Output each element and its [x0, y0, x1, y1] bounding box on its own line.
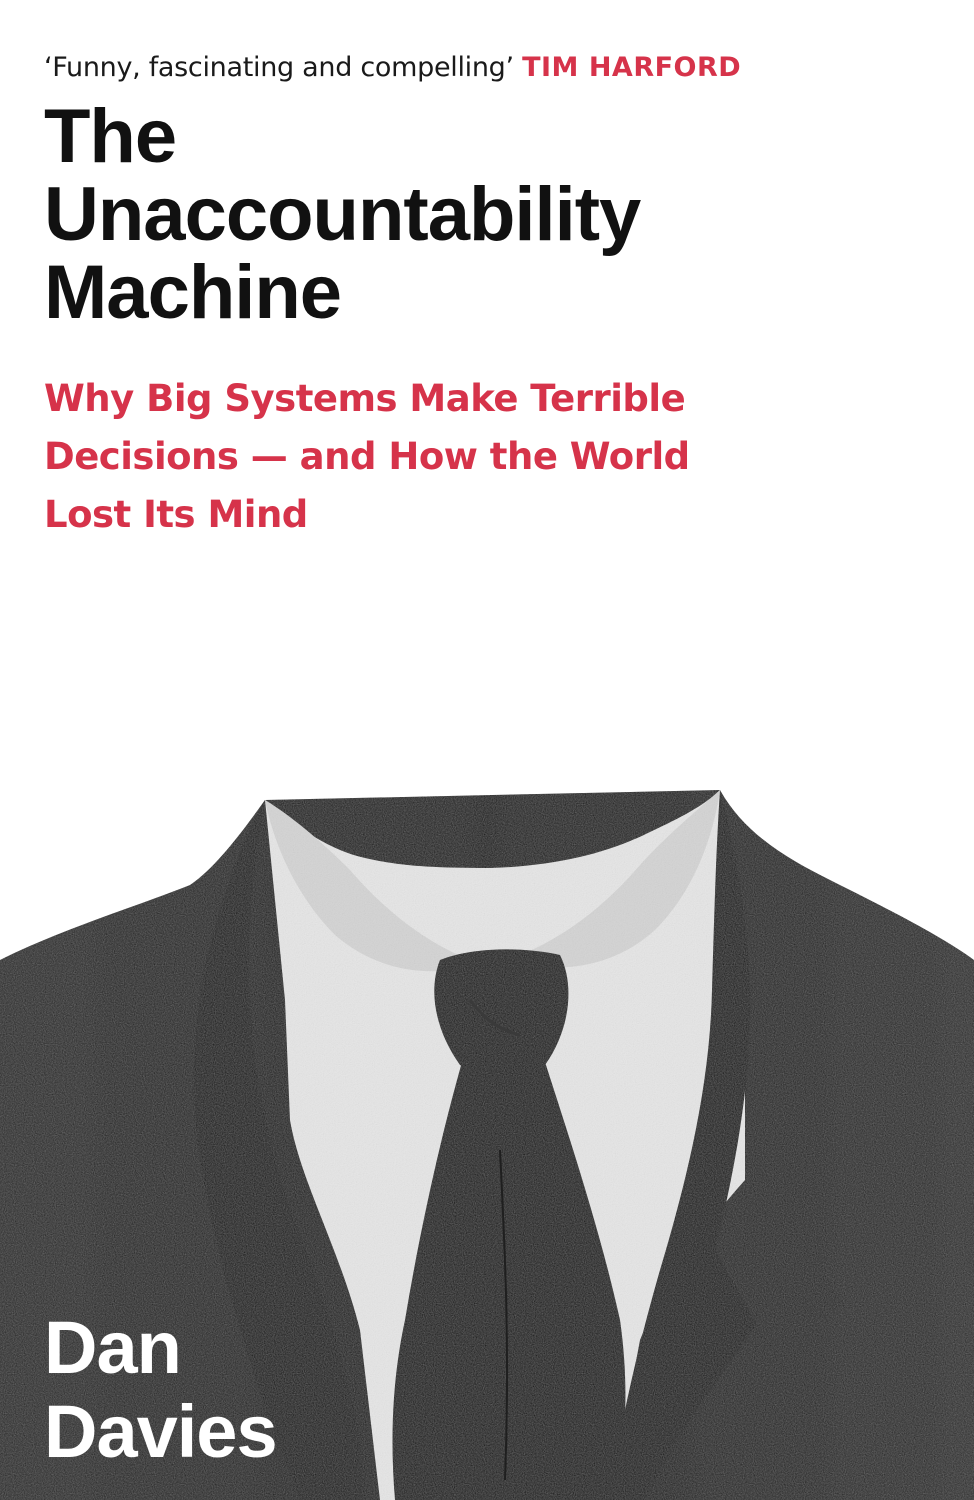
author-line: Dan	[44, 1306, 182, 1389]
book-cover: ‘Funny, fascinating and compelling’ TIM …	[0, 0, 974, 1500]
author-line: Davies	[44, 1390, 278, 1473]
headless-suit-icon	[0, 790, 974, 1500]
author-name: Dan Davies	[44, 1306, 278, 1474]
